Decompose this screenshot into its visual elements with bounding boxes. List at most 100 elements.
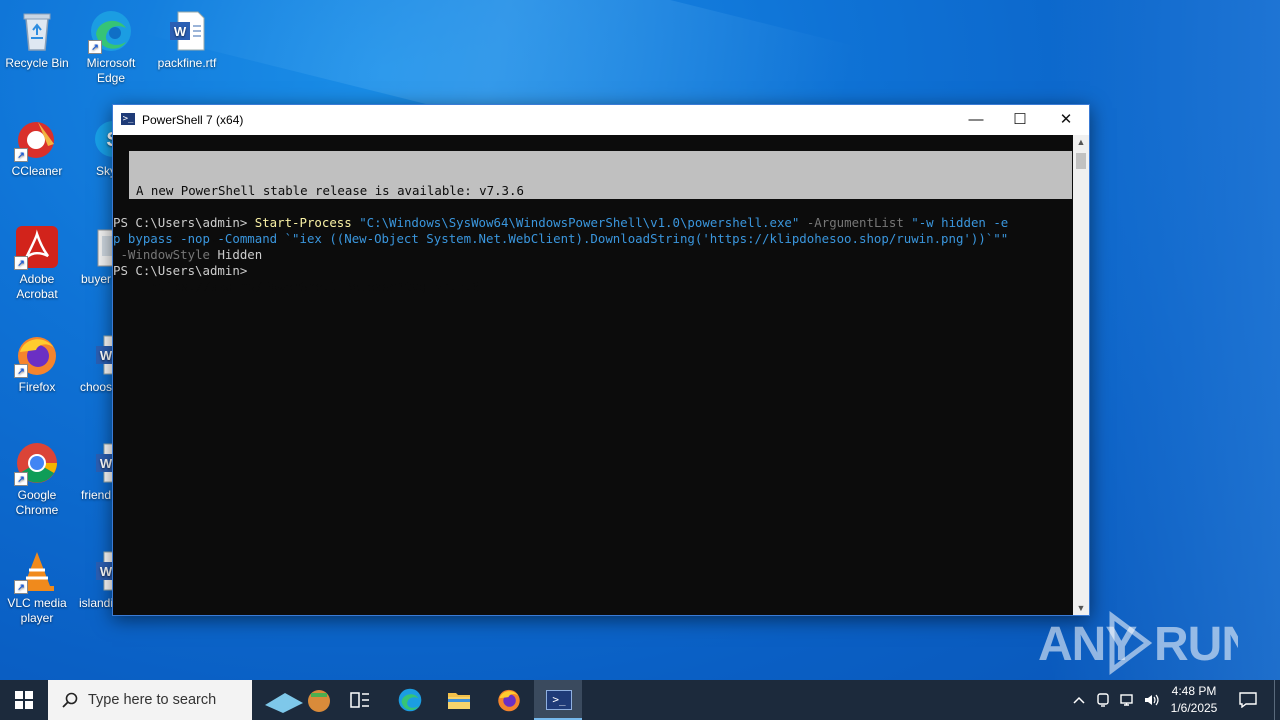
anyrun-logo-icon: ANY RUN (1038, 611, 1256, 675)
minimize-button[interactable]: — (953, 105, 999, 135)
command-line-1: PS C:\Users\admin> Start-Process "C:\Win… (113, 215, 1008, 231)
firefox-icon: ↗ (14, 332, 60, 378)
desktop-icon-vlc[interactable]: ↗ VLC media player (0, 548, 74, 626)
tray-network-button[interactable] (1116, 680, 1138, 720)
windows-logo-icon (15, 691, 33, 709)
desktop-icon-label: Adobe Acrobat (16, 272, 58, 301)
start-button[interactable] (0, 680, 48, 720)
word-doc-icon: W (90, 332, 114, 378)
window-title: PowerShell 7 (x64) (142, 113, 244, 127)
edge-icon: ↗ (88, 8, 134, 54)
image-file-icon (94, 224, 114, 270)
search-icon (62, 692, 78, 708)
desktop-icon-label: packfine.rtf (157, 56, 217, 70)
desktop-icon-ccleaner[interactable]: ↗ CCleaner (0, 116, 74, 179)
taskbar-powershell-active[interactable]: >_ (534, 680, 582, 720)
clock-time: 4:48 PM (1171, 684, 1217, 698)
word-doc-icon: W (90, 548, 114, 594)
shortcut-arrow-icon: ↗ (88, 40, 102, 54)
scroll-up-icon[interactable]: ▲ (1073, 135, 1089, 149)
console-scrollbar[interactable]: ▲ ▼ (1073, 135, 1089, 615)
device-icon (1097, 693, 1109, 707)
desktop-icon-packfine-rtf[interactable]: W packfine.rtf (150, 8, 224, 71)
command-path-arg: "C:\Windows\SysWow64\WindowsPowerShell\v… (359, 215, 800, 230)
taskbar-file-explorer[interactable] (435, 680, 483, 720)
desktop-icon-buyer[interactable]: buyer (74, 224, 114, 287)
desktop-icon-label: choos (79, 380, 113, 394)
volume-icon (1145, 694, 1159, 706)
show-hidden-icons-button[interactable] (1068, 680, 1090, 720)
word-doc-icon: W (90, 440, 114, 486)
chrome-icon: ↗ (14, 440, 60, 486)
desktop-icon-label: VLC media player (7, 596, 67, 625)
desktop-icon-adobe-acrobat[interactable]: ↗ Adobe Acrobat (0, 224, 74, 302)
windowstyle-value: Hidden (217, 247, 263, 262)
param-windowstyle: -WindowStyle (120, 247, 210, 262)
close-button[interactable]: ✕ (1043, 105, 1089, 135)
desktop-icon-choos[interactable]: W choos (74, 332, 114, 395)
desktop-icon-label: Microsoft Edge (86, 56, 136, 85)
svg-text:W: W (174, 24, 187, 39)
desktop-icon-islandi[interactable]: W islandi (74, 548, 114, 611)
taskbar: Type here to search >_ 4:48 PM 1/6/2025 (0, 680, 1280, 720)
argument-string-start: "-w hidden -e (911, 215, 1009, 230)
shortcut-arrow-icon: ↗ (14, 472, 28, 486)
param-argumentlist: -ArgumentList (806, 215, 904, 230)
desktop-icon-skype[interactable]: S Sky (74, 116, 114, 179)
search-highlight-image[interactable] (258, 680, 338, 720)
shortcut-arrow-icon: ↗ (14, 580, 28, 594)
desktop-icon-label: Google Chrome (15, 488, 59, 517)
notification-icon (1239, 692, 1257, 708)
recycle-bin-icon (14, 8, 60, 54)
action-center-button[interactable] (1232, 680, 1264, 720)
task-view-button[interactable] (336, 680, 384, 720)
svg-text:RUN: RUN (1154, 618, 1238, 671)
desktop-icon-recycle-bin[interactable]: Recycle Bin (0, 8, 74, 71)
powershell-icon: >_ (121, 113, 135, 125)
svg-text:W: W (100, 564, 113, 579)
taskbar-clock[interactable]: 4:48 PM 1/6/2025 (1164, 683, 1224, 717)
firefox-icon (498, 689, 520, 712)
tray-volume-button[interactable] (1140, 680, 1162, 720)
chevron-up-icon (1073, 696, 1085, 704)
scrollbar-thumb[interactable] (1076, 153, 1086, 169)
shortcut-arrow-icon: ↗ (14, 364, 28, 378)
folder-icon (448, 693, 470, 709)
command-line-3: -WindowStyle Hidden (113, 247, 262, 263)
command-line-2: p bypass -nop -Command `"iex ((New-Objec… (113, 231, 1009, 246)
desktop-icon-label: Firefox (18, 380, 56, 394)
anyrun-watermark: ANY RUN (1038, 608, 1256, 680)
prompt: PS C:\Users\admin> (113, 215, 255, 230)
desktop-icon-google-chrome[interactable]: ↗ Google Chrome (0, 440, 74, 518)
search-placeholder: Type here to search (88, 692, 217, 708)
shortcut-arrow-icon: ↗ (14, 256, 28, 270)
show-desktop-button[interactable] (1274, 680, 1280, 720)
vlc-icon: ↗ (14, 548, 60, 594)
desktop-icon-firefox[interactable]: ↗ Firefox (0, 332, 74, 395)
edge-icon (398, 688, 422, 712)
search-highlight-icon (265, 690, 330, 713)
command-name: Start-Process (254, 215, 352, 230)
shortcut-arrow-icon: ↗ (14, 148, 28, 162)
desktop-icon-label: CCleaner (11, 164, 63, 178)
console-output[interactable]: A new PowerShell stable release is avail… (113, 135, 1073, 615)
desktop-icon-friend[interactable]: W friend (74, 440, 114, 503)
ccleaner-icon: ↗ (14, 116, 60, 162)
notice-line: A new PowerShell stable release is avail… (136, 183, 524, 198)
powershell-icon: >_ (546, 690, 572, 710)
acrobat-icon: ↗ (14, 224, 60, 270)
maximize-button[interactable]: ☐ (997, 105, 1043, 135)
powershell-window[interactable]: >_ PowerShell 7 (x64) — ☐ ✕ A new PowerS… (112, 104, 1090, 616)
word-doc-icon: W (164, 8, 210, 54)
notice-line: https://aka.ms/PowerShell-Release?tag=v7… (136, 279, 480, 294)
desktop-icon-label: friend (80, 488, 112, 502)
svg-text:W: W (100, 456, 113, 471)
desktop-icon-microsoft-edge[interactable]: ↗ Microsoft Edge (74, 8, 148, 86)
window-titlebar[interactable]: >_ PowerShell 7 (x64) — ☐ ✕ (113, 105, 1089, 135)
taskbar-search-box[interactable]: Type here to search (48, 680, 252, 720)
tray-device-button[interactable] (1092, 680, 1114, 720)
taskbar-firefox[interactable] (485, 680, 533, 720)
taskbar-edge[interactable] (386, 680, 434, 720)
svg-text:W: W (100, 348, 113, 363)
task-view-icon (350, 692, 369, 708)
